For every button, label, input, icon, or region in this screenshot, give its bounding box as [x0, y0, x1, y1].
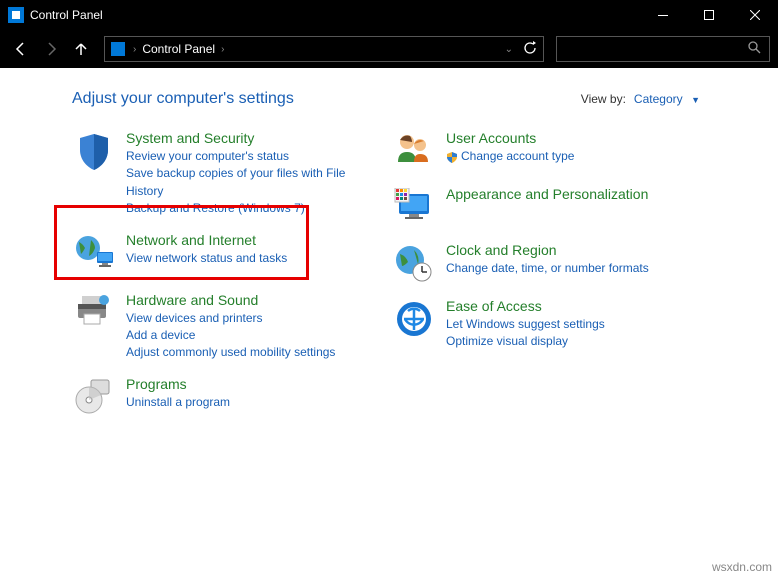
- category-link[interactable]: View devices and printers: [126, 310, 382, 327]
- category-link[interactable]: Let Windows suggest settings: [446, 316, 702, 333]
- category-title[interactable]: Clock and Region: [446, 242, 702, 258]
- title-bar: Control Panel: [0, 0, 778, 30]
- globe-clock-icon[interactable]: [392, 244, 436, 284]
- category-system-security: System and Security Review your computer…: [72, 130, 392, 218]
- minimize-button[interactable]: [640, 0, 686, 30]
- category-link[interactable]: Backup and Restore (Windows 7): [126, 200, 382, 217]
- viewby-label: View by:: [581, 92, 626, 106]
- globe-network-icon[interactable]: [72, 234, 116, 274]
- category-link[interactable]: Uninstall a program: [126, 394, 382, 411]
- content-area: Adjust your computer's settings View by:…: [0, 68, 778, 578]
- refresh-button[interactable]: [523, 41, 537, 58]
- category-title[interactable]: System and Security: [126, 130, 382, 146]
- users-icon[interactable]: [392, 132, 436, 172]
- nav-bar: › Control Panel › ⌄: [0, 30, 778, 68]
- category-appearance: Appearance and Personalization: [392, 186, 712, 228]
- ease-of-access-icon[interactable]: [392, 300, 436, 340]
- control-panel-icon: [8, 7, 24, 23]
- back-button[interactable]: [8, 36, 34, 62]
- chevron-down-icon: ▼: [691, 95, 700, 105]
- search-input[interactable]: [556, 36, 770, 62]
- category-link[interactable]: Adjust commonly used mobility settings: [126, 344, 382, 361]
- control-panel-icon: [111, 42, 125, 56]
- category-link[interactable]: Optimize visual display: [446, 333, 702, 350]
- category-title[interactable]: Programs: [126, 376, 382, 392]
- category-link[interactable]: Review your computer's status: [126, 148, 382, 165]
- disc-icon[interactable]: [72, 378, 116, 418]
- window-title: Control Panel: [30, 8, 640, 22]
- category-title[interactable]: Ease of Access: [446, 298, 702, 314]
- uac-shield-icon: [446, 151, 458, 163]
- page-title: Adjust your computer's settings: [72, 90, 581, 108]
- category-link[interactable]: Add a device: [126, 327, 382, 344]
- address-dropdown-icon[interactable]: ⌄: [505, 44, 513, 55]
- category-title[interactable]: Hardware and Sound: [126, 292, 382, 308]
- search-icon: [740, 41, 769, 57]
- category-clock-region: Clock and Region Change date, time, or n…: [392, 242, 712, 284]
- category-link[interactable]: View network status and tasks: [126, 250, 382, 267]
- category-programs: Programs Uninstall a program: [72, 376, 392, 418]
- breadcrumb-root[interactable]: Control Panel: [138, 42, 219, 56]
- category-link[interactable]: Change date, time, or number formats: [446, 260, 702, 277]
- up-button[interactable]: [68, 36, 94, 62]
- chevron-right-icon[interactable]: ›: [131, 44, 138, 55]
- shield-icon[interactable]: [72, 132, 116, 172]
- category-user-accounts: User Accounts Change account type: [392, 130, 712, 172]
- category-link[interactable]: Change account type: [461, 148, 574, 165]
- category-hardware-sound: Hardware and Sound View devices and prin…: [72, 292, 392, 362]
- category-network-internet: Network and Internet View network status…: [72, 232, 392, 274]
- watermark: wsxdn.com: [712, 560, 772, 574]
- maximize-button[interactable]: [686, 0, 732, 30]
- category-ease-of-access: Ease of Access Let Windows suggest setti…: [392, 298, 712, 351]
- category-title[interactable]: Network and Internet: [126, 232, 382, 248]
- close-button[interactable]: [732, 0, 778, 30]
- address-bar[interactable]: › Control Panel › ⌄: [104, 36, 544, 62]
- forward-button[interactable]: [38, 36, 64, 62]
- category-title[interactable]: Appearance and Personalization: [446, 186, 702, 202]
- monitor-palette-icon[interactable]: [392, 188, 436, 228]
- category-title[interactable]: User Accounts: [446, 130, 702, 146]
- chevron-right-icon[interactable]: ›: [219, 44, 226, 55]
- viewby-dropdown[interactable]: Category ▼: [634, 90, 700, 108]
- category-link[interactable]: Save backup copies of your files with Fi…: [126, 165, 382, 200]
- printer-icon[interactable]: [72, 294, 116, 334]
